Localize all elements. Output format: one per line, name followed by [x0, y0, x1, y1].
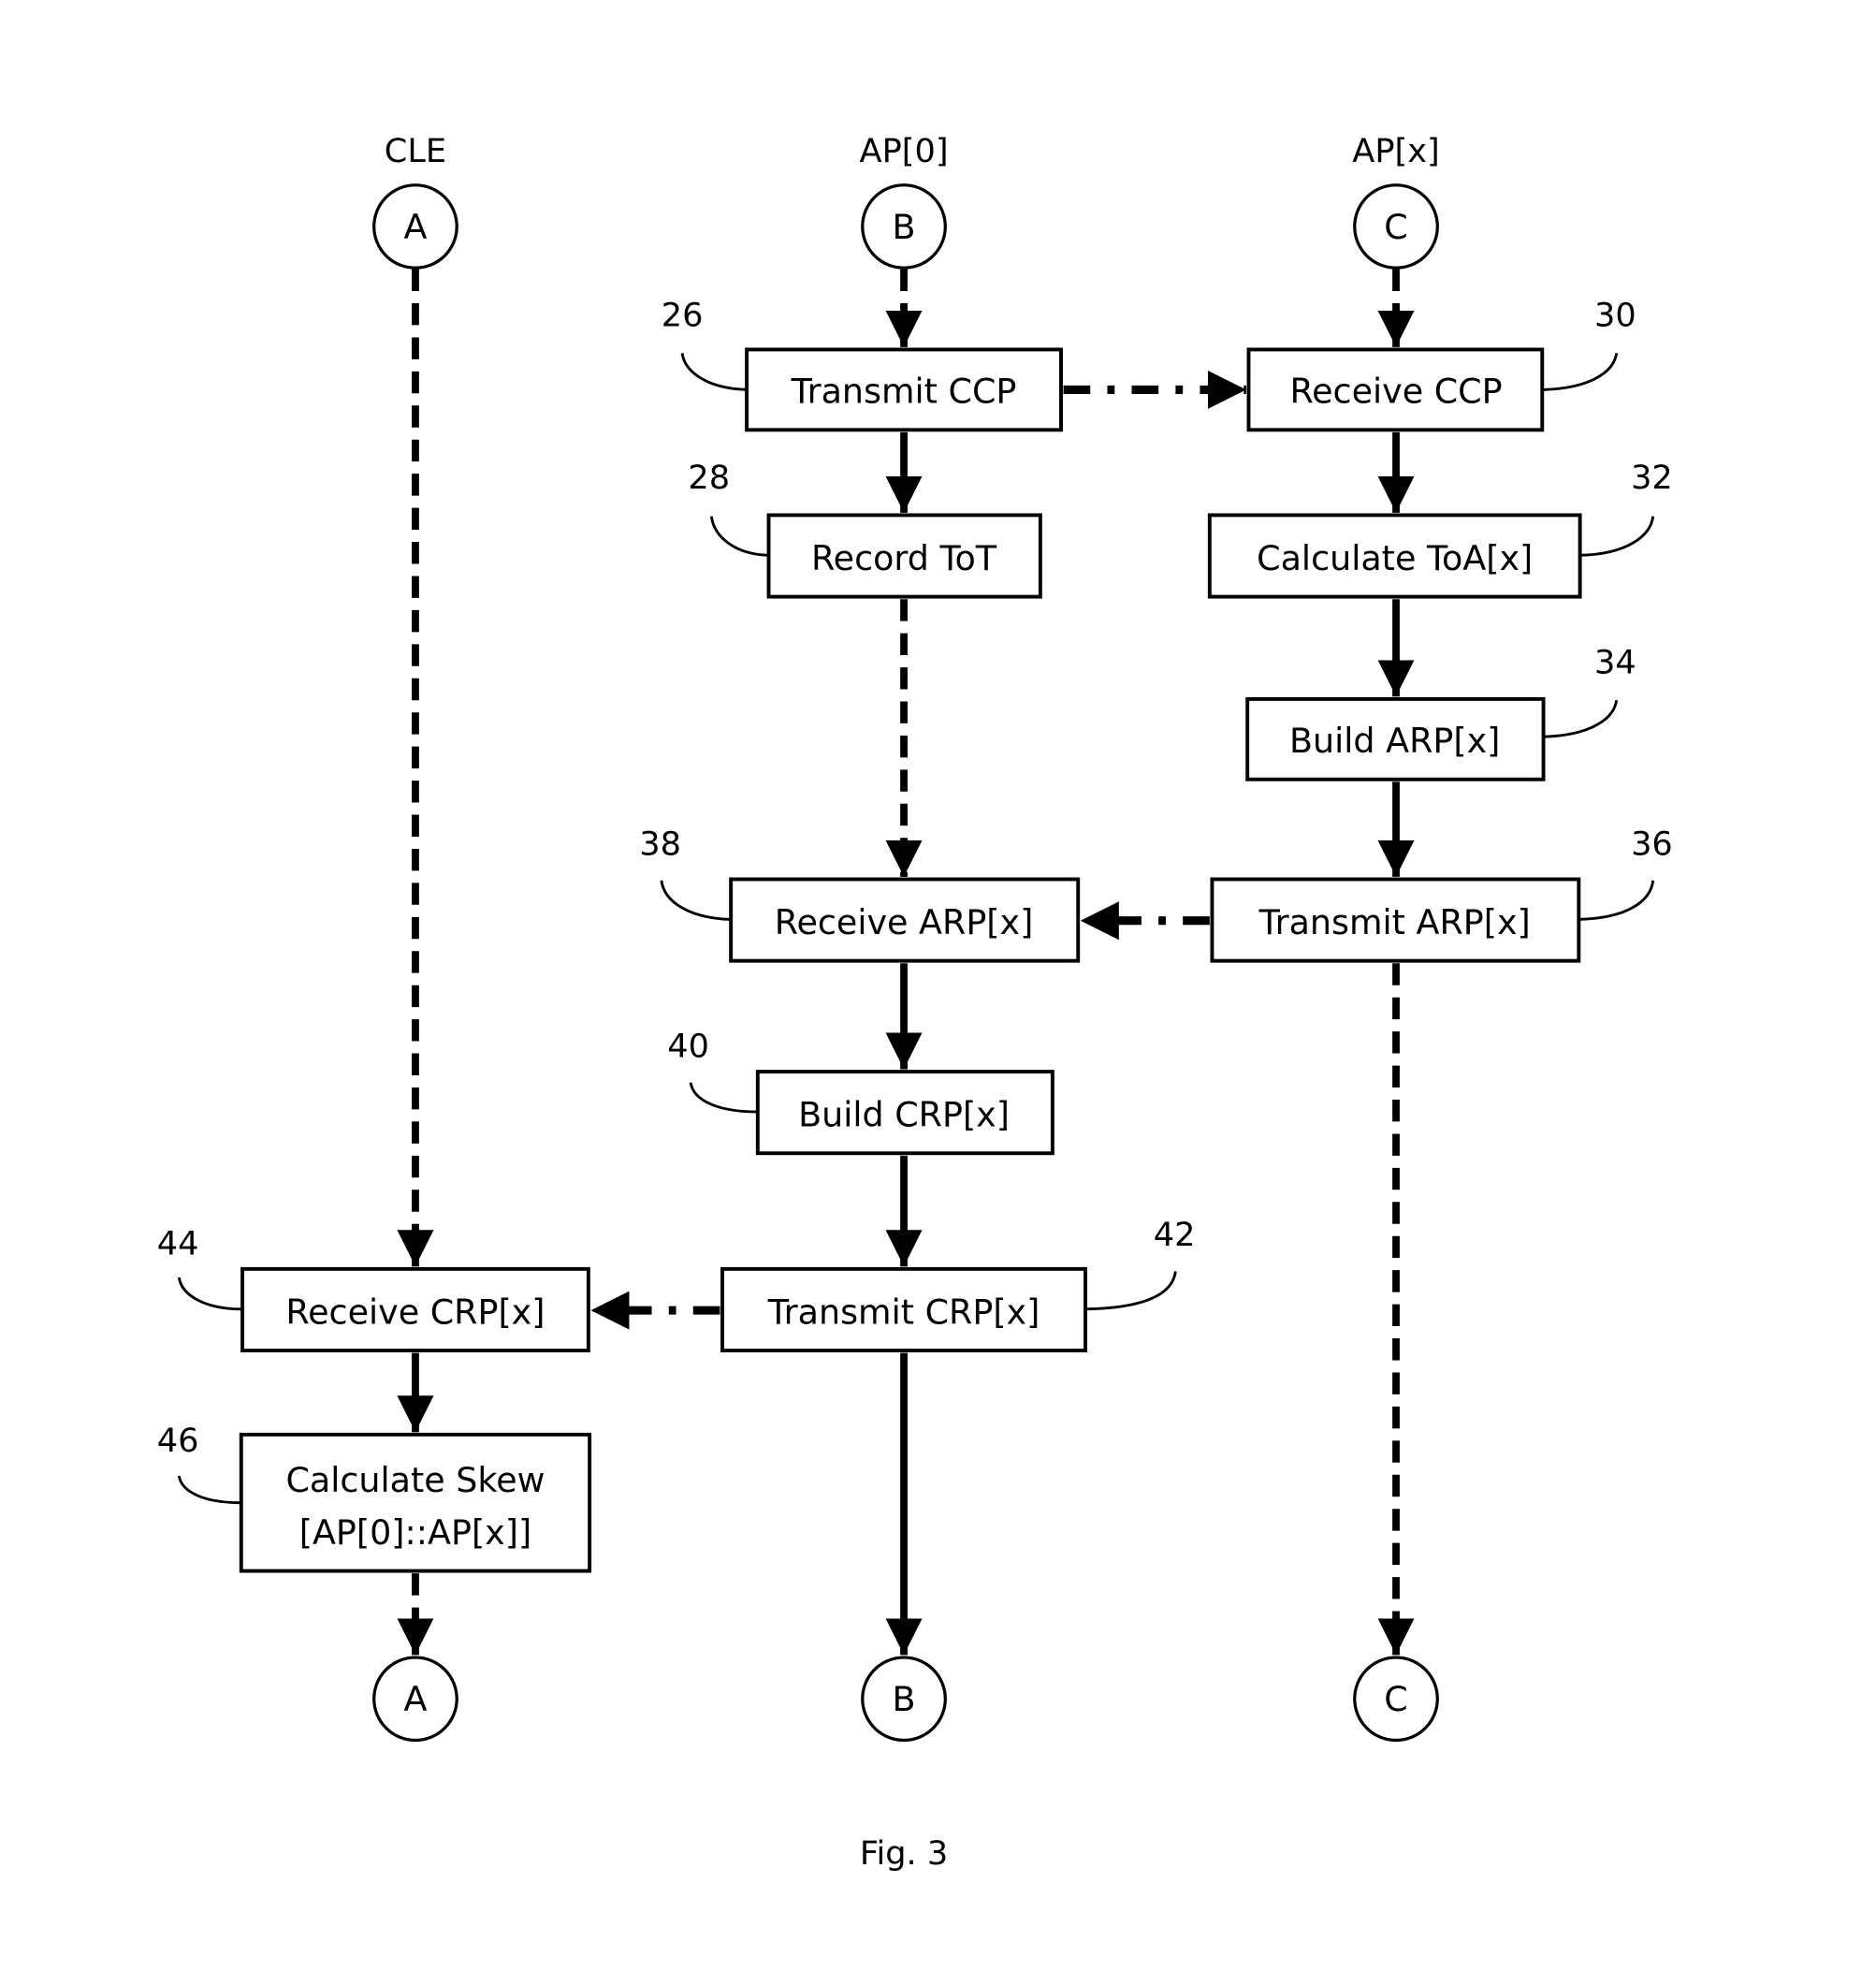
leader-34 [1543, 699, 1619, 738]
step-label: Record ToT [811, 538, 997, 578]
step-label: Transmit CCP [791, 372, 1017, 412]
step-46-calculate-skew: Calculate Skew [AP[0]::AP[x]] [239, 1432, 592, 1573]
ref-44: 44 [157, 1224, 199, 1263]
leader-32 [1579, 516, 1655, 557]
leader-26 [680, 353, 748, 391]
ref-38: 38 [639, 825, 681, 863]
ref-46: 46 [157, 1422, 199, 1460]
step-42-transmit-crp: Transmit CRP[x] [720, 1266, 1087, 1353]
ref-36: 36 [1631, 825, 1673, 863]
step-label: Transmit CRP[x] [767, 1292, 1040, 1332]
step-label: Receive CRP[x] [285, 1292, 545, 1332]
leader-46 [177, 1475, 241, 1505]
lane-title-ap0: AP[0] [860, 132, 949, 170]
leader-36 [1578, 880, 1655, 921]
connector-top-c: C [1353, 183, 1439, 270]
ref-28: 28 [688, 459, 730, 497]
connector-label: C [1384, 207, 1407, 247]
step-30-receive-ccp: Receive CCP [1246, 347, 1545, 432]
lane-title-apx: AP[x] [1352, 132, 1439, 170]
step-label: Calculate ToA[x] [1257, 538, 1533, 578]
step-26-transmit-ccp: Transmit CCP [745, 347, 1063, 432]
step-40-build-crp: Build CRP[x] [755, 1070, 1054, 1156]
step-label-line1: Calculate Skew [285, 1460, 545, 1500]
leader-44 [177, 1277, 243, 1311]
ref-30: 30 [1594, 297, 1636, 335]
ref-40: 40 [667, 1027, 709, 1065]
step-label: Receive CCP [1289, 372, 1502, 412]
connector-label: B [893, 207, 916, 247]
connector-label: B [893, 1679, 916, 1719]
step-32-calculate-toa: Calculate ToA[x] [1207, 513, 1582, 599]
ref-42: 42 [1154, 1216, 1196, 1254]
flowchart-figure: CLE AP[0] AP[x] A B C Transmit CCP Recor… [157, 132, 1673, 1873]
connector-label: A [403, 207, 427, 247]
step-34-build-arp: Build ARP[x] [1245, 696, 1546, 781]
connector-bottom-a: A [372, 1656, 458, 1743]
connector-label: A [403, 1679, 427, 1719]
connector-bottom-c: C [1353, 1656, 1439, 1743]
leader-38 [660, 880, 732, 921]
lane-title-cle: CLE [385, 132, 446, 170]
leader-40 [689, 1082, 758, 1114]
step-28-record-tot: Record ToT [766, 513, 1042, 599]
step-label: Transmit ARP[x] [1258, 902, 1531, 942]
step-label: Receive ARP[x] [775, 902, 1034, 942]
leader-42 [1085, 1271, 1177, 1311]
connector-bottom-b: B [861, 1656, 947, 1743]
connector-label: C [1384, 1679, 1407, 1719]
step-label-line2: [AP[0]::AP[x]] [299, 1512, 531, 1553]
leader-28 [709, 516, 769, 557]
ref-32: 32 [1631, 459, 1673, 497]
leader-30 [1542, 353, 1619, 391]
ref-26: 26 [662, 297, 704, 335]
ref-34: 34 [1594, 644, 1636, 682]
connector-top-a: A [372, 183, 458, 270]
step-label: Build CRP[x] [798, 1095, 1010, 1135]
connector-top-b: B [861, 183, 947, 270]
figure-caption: Fig. 3 [860, 1834, 948, 1873]
step-36-transmit-arp: Transmit ARP[x] [1210, 877, 1581, 963]
step-44-receive-crp: Receive CRP[x] [240, 1266, 590, 1353]
step-38-receive-arp: Receive ARP[x] [729, 877, 1081, 963]
step-label: Build ARP[x] [1289, 721, 1500, 761]
